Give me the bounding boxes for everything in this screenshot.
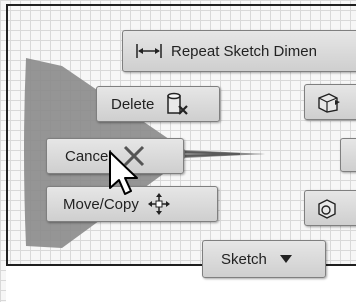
mouse-cursor-icon [109, 151, 138, 195]
cancel-label: Cancel [65, 147, 112, 165]
view-cube-icon [315, 196, 339, 220]
repeat-sketch-dimension-label: Repeat Sketch Dimen [171, 42, 317, 60]
view-cube-button[interactable] [304, 190, 356, 226]
delete-label: Delete [111, 95, 155, 113]
triangle-down-icon [279, 254, 293, 264]
extrude-button[interactable] [304, 84, 356, 120]
move-copy-label: Move/Copy [63, 195, 139, 213]
dimension-icon [135, 41, 163, 61]
delete-button[interactable]: Delete [96, 86, 220, 122]
sketch-label: Sketch [221, 250, 267, 268]
repeat-sketch-dimension-button[interactable]: Repeat Sketch Dimen [122, 30, 356, 72]
move-arrows-icon [147, 192, 171, 216]
sketch-dropdown-button[interactable]: Sketch [202, 240, 326, 278]
extrude-icon [315, 90, 341, 114]
delete-icon [162, 91, 190, 117]
partial-side-button[interactable] [340, 138, 356, 172]
